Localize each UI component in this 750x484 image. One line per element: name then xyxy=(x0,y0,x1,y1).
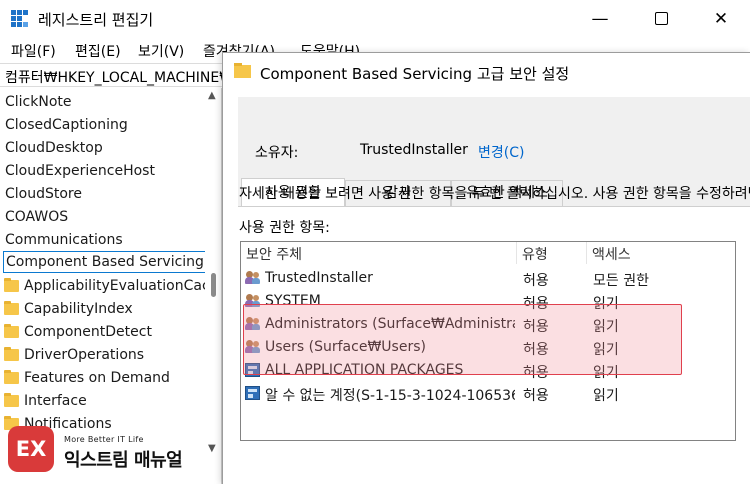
dialog-title: Component Based Servicing 고급 보안 설정 xyxy=(260,65,570,83)
tree-item-label: Component Based Servicing xyxy=(3,251,207,273)
registry-editor-app-icon xyxy=(11,10,29,28)
tree-item-label: Communications xyxy=(5,232,123,248)
menu-file[interactable]: 파일(F) xyxy=(11,41,56,61)
entry-principal: TrustedInstaller xyxy=(265,270,373,286)
tree-item-label: ClosedCaptioning xyxy=(5,117,128,133)
address-bar[interactable]: 컴퓨터₩HKEY_LOCAL_MACHINE₩SOFTWARE₩Microsof… xyxy=(0,63,222,87)
tree-folder-item[interactable]: CapabilityIndex xyxy=(0,298,205,321)
logo-mark: EX xyxy=(8,426,54,472)
tree-item[interactable]: COAWOS xyxy=(0,206,205,229)
tree-item[interactable]: CloudStore xyxy=(0,183,205,206)
tree-item-label: ClickNote xyxy=(5,94,72,110)
permission-entry-row[interactable]: 알 수 없는 계정(S-1-15-3-1024-1065365936-12816… xyxy=(241,382,735,405)
tree-item[interactable]: CloudDesktop xyxy=(0,137,205,160)
tree-item-label: Interface xyxy=(24,393,87,409)
entry-access: 읽기 xyxy=(593,388,619,404)
tree-item-label: CloudDesktop xyxy=(5,140,103,156)
owner-label: 소유자: xyxy=(255,145,299,161)
advanced-security-dialog: Component Based Servicing 고급 보안 설정 소유자: … xyxy=(222,52,750,484)
tree-item-label: COAWOS xyxy=(5,209,69,225)
highlight-annotation xyxy=(243,304,682,375)
menu-view[interactable]: 보기(V) xyxy=(138,41,184,61)
folder-icon xyxy=(4,393,19,407)
tree-item[interactable]: ClickNote xyxy=(0,91,205,114)
menu-edit[interactable]: 편집(E) xyxy=(75,41,121,61)
tree-item-selected[interactable]: Component Based Servicing xyxy=(0,251,207,274)
folder-icon xyxy=(4,324,19,338)
folder-icon xyxy=(4,370,19,384)
close-button[interactable]: ✕ xyxy=(701,7,741,31)
column-header-principal[interactable]: 보안 주체 xyxy=(241,242,517,264)
folder-icon xyxy=(234,63,251,78)
dialog-title-bar: Component Based Servicing 고급 보안 설정 xyxy=(223,53,750,91)
owner-value: TrustedInstaller xyxy=(360,142,468,158)
column-header-type[interactable]: 유형 xyxy=(517,242,587,264)
tree-item-label: Features on Demand xyxy=(24,370,170,386)
logo-name: 익스트림 매뉴얼 xyxy=(64,450,183,471)
tree-folder-item[interactable]: DriverOperations xyxy=(0,344,205,367)
permission-entry-row[interactable]: TrustedInstaller 허용 모든 권한 xyxy=(241,267,735,290)
change-owner-link[interactable]: 변경(C) xyxy=(478,142,524,162)
scroll-thumb[interactable] xyxy=(211,273,216,297)
logo-tagline: More Better IT Life xyxy=(64,435,144,444)
entry-principal: 알 수 없는 계정(S-1-15-3-1024-1065365936-12816… xyxy=(265,388,515,404)
tree-item-label: CloudStore xyxy=(5,186,82,202)
watermark-logo: EX More Better IT Life 익스트림 매뉴얼 xyxy=(8,426,213,474)
title-bar: 레지스트리 편집기 — ✕ xyxy=(0,0,750,36)
folder-icon xyxy=(4,278,19,292)
maximize-icon xyxy=(654,12,668,25)
address-path: 컴퓨터₩HKEY_LOCAL_MACHINE₩SOFTWARE₩Microsof… xyxy=(5,70,222,86)
tree-scrollbar[interactable]: ▲ ▼ xyxy=(205,88,221,458)
tree-item[interactable]: Communications xyxy=(0,229,205,252)
tree-item-label: ApplicabilityEvaluationCache xyxy=(24,278,222,294)
folder-icon xyxy=(4,347,19,361)
permission-entries-label: 사용 권한 항목: xyxy=(239,220,330,236)
tree-folder-item[interactable]: Interface xyxy=(0,390,205,413)
instruction-text: 자세한 내용을 보려면 사용 권한 항목을 두 번 클릭하십시오. 사용 권한 … xyxy=(239,186,750,202)
tree-folder-item[interactable]: ComponentDetect xyxy=(0,321,205,344)
tree-folder-item[interactable]: Features on Demand xyxy=(0,367,205,390)
entry-access: 모든 권한 xyxy=(593,273,649,289)
entry-type: 허용 xyxy=(523,388,549,404)
users-icon xyxy=(245,271,261,285)
minimize-button[interactable]: — xyxy=(580,7,620,31)
column-header-access[interactable]: 액세스 xyxy=(587,242,735,264)
tree-item-label: ComponentDetect xyxy=(24,324,152,340)
tree-item[interactable]: ClosedCaptioning xyxy=(0,114,205,137)
folder-icon xyxy=(4,301,19,315)
maximize-button[interactable] xyxy=(641,7,681,31)
app-package-icon xyxy=(245,386,260,400)
tree-folder-item[interactable]: ApplicabilityEvaluationCache xyxy=(0,275,221,298)
window-title: 레지스트리 편집기 xyxy=(38,11,154,29)
tree-item-label: CloudExperienceHost xyxy=(5,163,155,179)
entry-type: 허용 xyxy=(523,273,549,289)
tree-item[interactable]: CloudExperienceHost xyxy=(0,160,205,183)
registry-tree: ClickNote ClosedCaptioning CloudDesktop … xyxy=(0,88,222,484)
tree-item-label: DriverOperations xyxy=(24,347,145,363)
scroll-up-icon[interactable]: ▲ xyxy=(208,90,216,101)
tree-item-label: CapabilityIndex xyxy=(24,301,133,317)
